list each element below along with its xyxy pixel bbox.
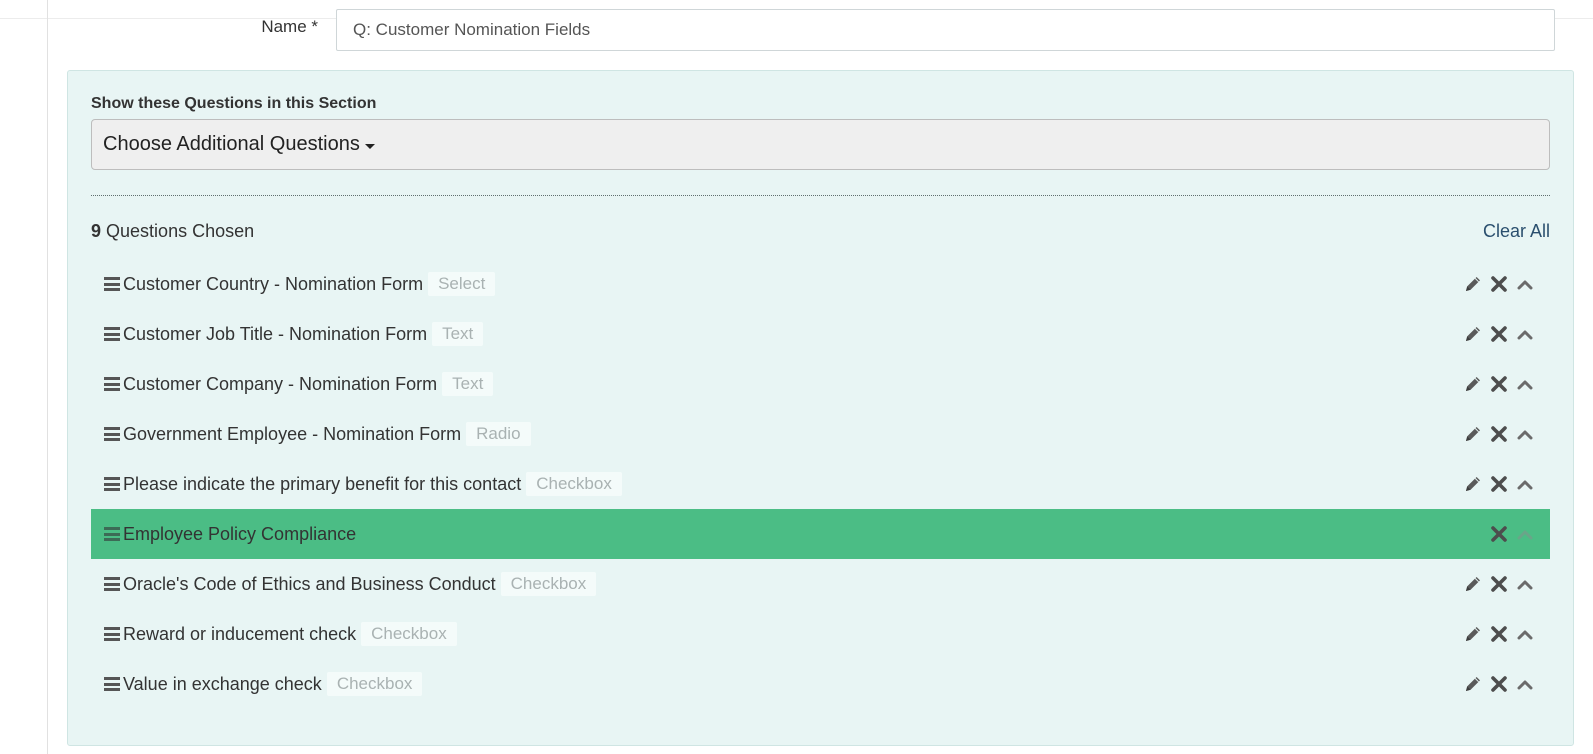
pencil-icon[interactable] [1460,473,1486,495]
close-icon[interactable] [1486,573,1512,595]
pencil-icon[interactable] [1460,373,1486,395]
question-row[interactable]: Customer Job Title - Nomination Form Text [91,309,1550,359]
close-icon[interactable] [1486,473,1512,495]
close-icon[interactable] [1486,673,1512,695]
drag-handle-icon[interactable] [104,327,120,341]
question-type-badge: Checkbox [326,672,423,696]
question-row[interactable]: Value in exchange check Checkbox [91,659,1550,709]
question-label: Please indicate the primary benefit for … [123,473,522,494]
question-type-badge: Text [442,372,494,396]
chevron-up-icon[interactable] [1512,523,1538,545]
question-type-badge: Checkbox [500,572,597,596]
choose-additional-questions-dropdown[interactable]: Choose Additional Questions [91,119,1550,170]
question-label: Customer Country - Nomination Form [123,273,424,294]
drag-handle-icon[interactable] [104,677,120,691]
chevron-up-icon[interactable] [1512,573,1538,595]
questions-chosen-count: 9 Questions Chosen [91,221,254,242]
drag-handle-icon[interactable] [104,477,120,491]
close-icon[interactable] [1486,623,1512,645]
choose-additional-questions-label: Choose Additional Questions [103,133,360,155]
question-row[interactable]: Government Employee - Nomination Form Rad… [91,409,1550,459]
name-field-label: Name * [261,17,318,36]
question-actions [1460,309,1538,359]
question-actions [1486,509,1538,559]
question-row[interactable]: Oracle's Code of Ethics and Business Con… [91,559,1550,609]
name-input[interactable] [336,9,1555,51]
caret-down-icon [364,143,375,149]
question-label: Customer Job Title - Nomination Form [123,323,428,344]
question-actions [1460,659,1538,709]
question-type-badge: Checkbox [526,472,622,496]
question-label: Value in exchange check [123,673,322,694]
chosen-count-number: 9 [91,221,102,241]
chevron-up-icon[interactable] [1512,673,1538,695]
question-row[interactable]: Reward or inducement check Checkbox [91,609,1550,659]
drag-handle-icon[interactable] [104,577,120,591]
question-type-badge: Select [428,272,496,296]
question-label: Customer Company - Nomination Form [123,373,438,394]
chosen-count-label: Questions Chosen [106,221,255,241]
pencil-icon[interactable] [1460,673,1486,695]
question-actions [1460,409,1538,459]
question-list: Customer Country - Nomination Form Select… [91,259,1550,709]
question-label: Employee Policy Compliance [123,523,357,544]
drag-handle-icon[interactable] [104,377,120,391]
pencil-icon[interactable] [1460,423,1486,445]
chevron-up-icon[interactable] [1512,623,1538,645]
question-label: Reward or inducement check [123,623,357,644]
pencil-icon[interactable] [1460,323,1486,345]
question-actions [1460,609,1538,659]
question-type-badge: Checkbox [361,622,457,646]
question-actions [1460,259,1538,309]
close-icon[interactable] [1486,373,1512,395]
drag-handle-icon[interactable] [104,527,120,541]
question-type-badge: Text [432,322,484,346]
question-row[interactable]: Customer Country - Nomination Form Select [91,259,1550,309]
drag-handle-icon[interactable] [104,627,120,641]
close-icon[interactable] [1486,423,1512,445]
chevron-up-icon[interactable] [1512,323,1538,345]
question-label: Oracle's Code of Ethics and Business Con… [123,573,496,594]
dotted-divider [91,195,1550,196]
question-label: Government Employee - Nomination Form [123,423,462,444]
chevron-up-icon[interactable] [1512,373,1538,395]
close-icon[interactable] [1486,323,1512,345]
question-type-badge: Radio [466,422,531,446]
clear-all-link[interactable]: Clear All [1483,221,1550,242]
close-icon[interactable] [1486,273,1512,295]
left-divider [47,0,48,754]
question-row[interactable]: Please indicate the primary benefit for … [91,459,1550,509]
chevron-up-icon[interactable] [1512,473,1538,495]
pencil-icon[interactable] [1460,573,1486,595]
chevron-up-icon[interactable] [1512,273,1538,295]
chevron-up-icon[interactable] [1512,423,1538,445]
pencil-icon[interactable] [1460,273,1486,295]
show-questions-label: Show these Questions in this Section [91,95,377,112]
question-actions [1460,559,1538,609]
question-row[interactable]: Employee Policy Compliance [91,509,1550,559]
question-actions [1460,459,1538,509]
drag-handle-icon[interactable] [104,427,120,441]
question-row[interactable]: Customer Company - Nomination Form Text [91,359,1550,409]
drag-handle-icon[interactable] [104,277,120,291]
question-actions [1460,359,1538,409]
pencil-icon[interactable] [1460,623,1486,645]
close-icon[interactable] [1486,523,1512,545]
